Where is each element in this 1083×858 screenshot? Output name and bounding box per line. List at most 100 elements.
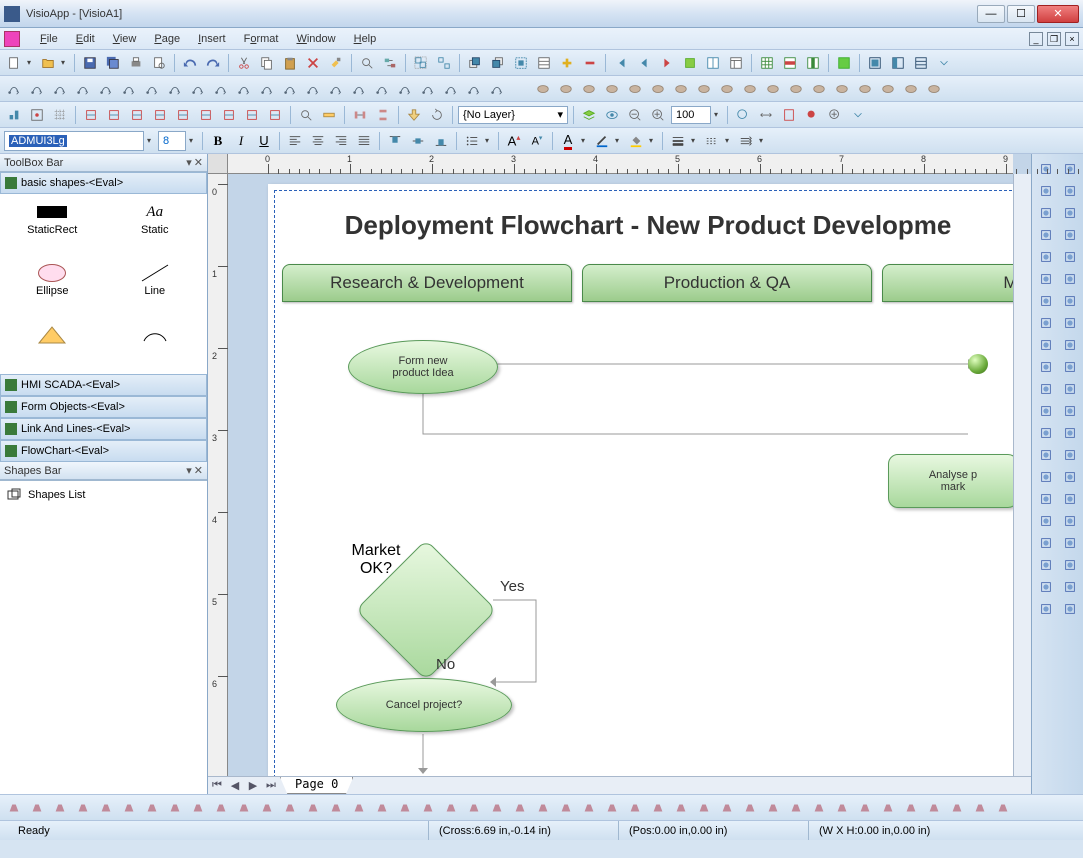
camera[interactable] (1036, 578, 1056, 596)
pan-button[interactable] (404, 105, 424, 125)
connector-tool-13[interactable] (303, 79, 323, 99)
bottom-shape-37[interactable] (855, 798, 875, 818)
ungroup-button[interactable] (434, 53, 454, 73)
more[interactable] (1060, 600, 1080, 618)
font-name-selector[interactable]: ADMUI3Lg (4, 131, 144, 151)
valign-middle-button[interactable] (408, 131, 428, 151)
connector-z[interactable] (1036, 534, 1056, 552)
shapes-list-item[interactable]: Shapes List (0, 481, 207, 509)
highlighter[interactable] (1060, 380, 1080, 398)
layer-selector[interactable]: {No Layer}▾ (458, 106, 568, 124)
category-basic-shapes[interactable]: basic shapes-<Eval> (0, 172, 207, 194)
arc2[interactable] (1036, 270, 1056, 288)
bottom-shape-33[interactable] (763, 798, 783, 818)
page-tab-nav[interactable]: ⏮◀▶⏭ (208, 777, 280, 794)
zoom-out-button[interactable] (625, 105, 645, 125)
align-left-button[interactable] (285, 131, 305, 151)
shape-tool-0[interactable] (533, 79, 553, 99)
scrollbar-horizontal[interactable] (353, 777, 1031, 794)
bottom-shape-30[interactable] (694, 798, 714, 818)
shape-tool-10[interactable] (763, 79, 783, 99)
connector-tool-18[interactable] (418, 79, 438, 99)
ellipse-tool[interactable] (1036, 292, 1056, 310)
shape-line[interactable]: Line (109, 261, 202, 318)
bottom-shape-40[interactable] (924, 798, 944, 818)
bottom-shape-1[interactable] (27, 798, 47, 818)
nav-first-button[interactable] (611, 53, 631, 73)
font-color-button[interactable]: A (558, 131, 578, 151)
menu-view[interactable]: View (105, 31, 145, 47)
shape-tool-7[interactable] (694, 79, 714, 99)
connector-tool-2[interactable] (50, 79, 70, 99)
table-insert-col-button[interactable] (803, 53, 823, 73)
pencil[interactable] (1036, 380, 1056, 398)
close-icon[interactable]: ✕ (194, 464, 203, 477)
shape-staticrect[interactable]: StaticRect (6, 200, 99, 257)
connector-tool-16[interactable] (372, 79, 392, 99)
mdi-close-button[interactable]: × (1065, 32, 1079, 46)
zoom-width-button[interactable] (756, 105, 776, 125)
shape-tool-8[interactable] (717, 79, 737, 99)
align-justify-button[interactable] (354, 131, 374, 151)
bottom-shape-7[interactable] (165, 798, 185, 818)
connector-tool-9[interactable] (211, 79, 231, 99)
align-tool-6[interactable] (219, 105, 239, 125)
connector-s[interactable] (1060, 512, 1080, 530)
bottom-shape-20[interactable] (464, 798, 484, 818)
text-tool[interactable] (1036, 556, 1056, 574)
bottom-shape-39[interactable] (901, 798, 921, 818)
align-center-button[interactable] (308, 131, 328, 151)
toolbar-overflow[interactable] (934, 53, 954, 73)
cut-button[interactable] (234, 53, 254, 73)
zoom-overflow[interactable] (848, 105, 868, 125)
shape-tool-17[interactable] (924, 79, 944, 99)
toolbox-header[interactable]: ToolBox Bar ▾✕ (0, 154, 207, 172)
curve[interactable] (1036, 226, 1056, 244)
perspective[interactable] (1036, 490, 1056, 508)
connector-tool-6[interactable] (142, 79, 162, 99)
zoom-in-button[interactable] (648, 105, 668, 125)
connector-tool-1[interactable] (27, 79, 47, 99)
triangle-right[interactable] (1060, 314, 1080, 332)
align-tool-0[interactable] (81, 105, 101, 125)
bottom-shape-28[interactable] (648, 798, 668, 818)
shape-tool-14[interactable] (855, 79, 875, 99)
table-insert-button[interactable] (757, 53, 777, 73)
grid-toggle[interactable] (50, 105, 70, 125)
node-cancel[interactable]: Cancel project? (336, 678, 512, 732)
connector-tool-10[interactable] (234, 79, 254, 99)
swimlane-rd[interactable]: Research & Development (282, 264, 572, 302)
bottom-shape-11[interactable] (257, 798, 277, 818)
image-tool[interactable] (1060, 556, 1080, 574)
ruler-vertical[interactable]: (function(){const d=JSON.parse(document.… (208, 174, 228, 776)
layout-2-button[interactable] (888, 53, 908, 73)
bottom-shape-8[interactable] (188, 798, 208, 818)
align-tool-1[interactable] (104, 105, 124, 125)
table-insert-row-button[interactable] (780, 53, 800, 73)
line-style-button[interactable] (702, 131, 722, 151)
swimlane-mkt[interactable]: Marke (882, 264, 1013, 302)
nav-next-button[interactable] (657, 53, 677, 73)
menu-file[interactable]: File (32, 31, 66, 47)
rect-tool[interactable] (1060, 292, 1080, 310)
window-maximize-button[interactable]: ☐ (1007, 5, 1035, 23)
bottom-shape-34[interactable] (786, 798, 806, 818)
bucket[interactable] (1060, 424, 1080, 442)
align-tool-4[interactable] (173, 105, 193, 125)
shape-tool-11[interactable] (786, 79, 806, 99)
find-button[interactable] (357, 53, 377, 73)
bullets-button[interactable] (462, 131, 482, 151)
page[interactable]: Deployment Flowchart - New Product Devel… (268, 184, 1013, 776)
node-analyse[interactable]: Analyse p mark (888, 454, 1013, 508)
bottom-shape-26[interactable] (602, 798, 622, 818)
new-button[interactable] (4, 53, 24, 73)
node-form-idea[interactable]: Form new product Idea (348, 340, 498, 394)
shape-tool-16[interactable] (901, 79, 921, 99)
zoom-fit-button[interactable] (733, 105, 753, 125)
connector-u[interactable] (1060, 534, 1080, 552)
layer-visible-button[interactable] (602, 105, 622, 125)
bottom-shape-18[interactable] (418, 798, 438, 818)
window-close-button[interactable]: ✕ (1037, 5, 1079, 23)
connector-tool-7[interactable] (165, 79, 185, 99)
bottom-shape-5[interactable] (119, 798, 139, 818)
